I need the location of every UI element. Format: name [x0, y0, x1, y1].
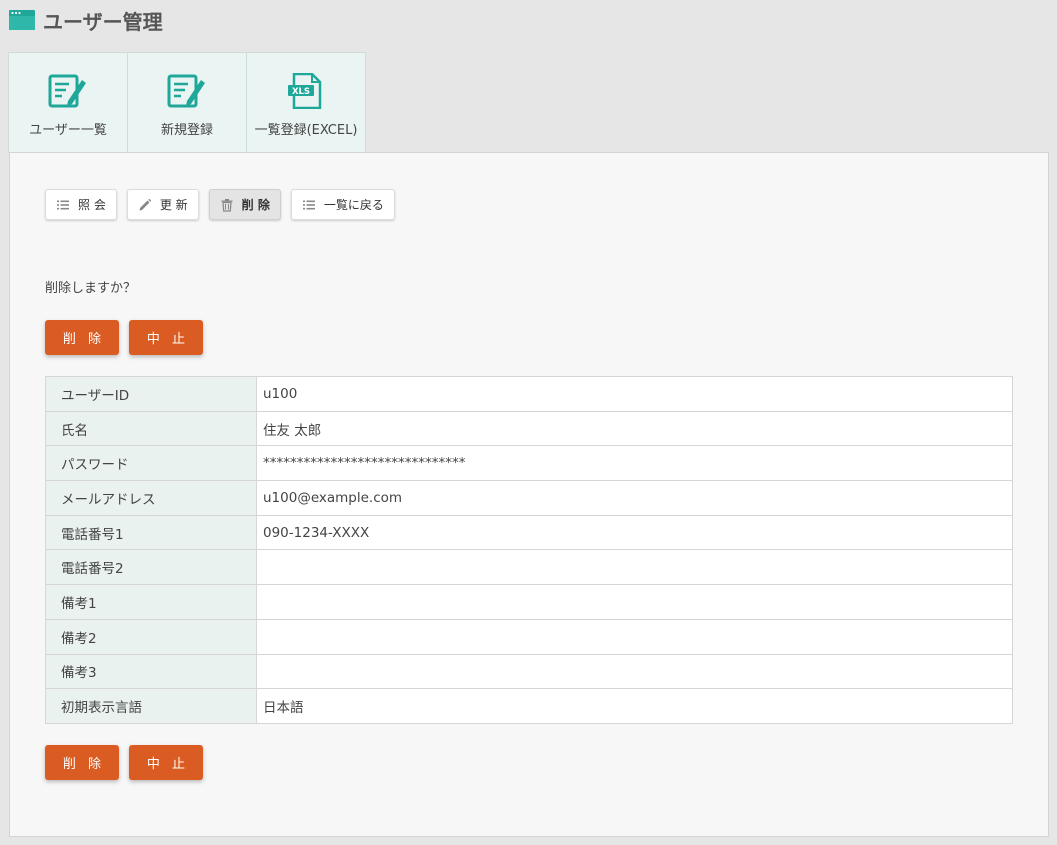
xls-icon-text: XLS [292, 87, 310, 97]
tab-user-list[interactable]: ユーザー一覧 [8, 52, 128, 153]
view-button[interactable]: 照 会 [45, 189, 117, 220]
list-icon [57, 200, 69, 209]
list-icon [302, 200, 315, 209]
field-value: ****************************** [256, 445, 1013, 482]
back-to-list-button-label: 一覧に戻る [323, 198, 384, 212]
field-label: 電話番号2 [45, 549, 257, 586]
field-value: 日本語 [256, 688, 1013, 724]
table-row: 初期表示言語 日本語 [45, 688, 1013, 724]
table-row: 備考3 [45, 653, 1013, 690]
edit-document-icon [48, 74, 86, 108]
table-row: 電話番号2 [45, 549, 1013, 586]
update-button-label: 更 新 [159, 198, 188, 212]
field-label: 初期表示言語 [45, 688, 257, 724]
field-value: u100@example.com [256, 480, 1013, 516]
action-buttons-top: 削 除 中 止 [45, 320, 213, 355]
field-value: 090-1234-XXXX [256, 514, 1013, 551]
record-toolbar: 照 会 更 新 削 除 一覧に戻る [45, 189, 405, 220]
field-label: パスワード [45, 445, 257, 482]
xls-file-icon: XLS [288, 73, 322, 109]
delete-mode-button[interactable]: 削 除 [208, 189, 281, 220]
field-value: u100 [256, 376, 1013, 412]
tab-bar: ユーザー一覧 新規登録 XLS 一覧登録(EXCEL) [8, 52, 366, 153]
field-label: 備考1 [45, 584, 257, 620]
table-row: 電話番号1 090-1234-XXXX [45, 514, 1013, 551]
field-label: 備考2 [45, 618, 257, 655]
field-value [256, 653, 1013, 690]
page-title: ユーザー管理 [43, 9, 163, 34]
tab-new-registration[interactable]: 新規登録 [127, 52, 247, 153]
back-to-list-button[interactable]: 一覧に戻る [290, 189, 395, 220]
confirm-delete-button[interactable]: 削 除 [45, 745, 119, 780]
tab-label: 新規登録 [160, 123, 213, 138]
pencil-icon [139, 198, 152, 210]
field-label: ユーザーID [45, 376, 257, 412]
field-label: 備考3 [45, 653, 257, 690]
field-label: メールアドレス [45, 480, 257, 516]
tab-bulk-registration-excel[interactable]: XLS 一覧登録(EXCEL) [246, 52, 366, 153]
table-row: パスワード ****************************** [45, 445, 1013, 482]
delete-mode-button-label: 削 除 [241, 198, 270, 212]
edit-document-icon [167, 74, 205, 108]
field-value: 住友 太郎 [256, 410, 1013, 447]
cancel-button[interactable]: 中 止 [129, 320, 203, 355]
table-row: ユーザーID u100 [45, 376, 1013, 412]
field-value [256, 618, 1013, 655]
delete-confirmation-message: 削除しますか？ [45, 281, 137, 296]
trash-icon [221, 198, 233, 212]
table-row: メールアドレス u100@example.com [45, 480, 1013, 516]
field-value [256, 549, 1013, 586]
field-value [256, 584, 1013, 620]
field-label: 氏名 [45, 410, 257, 447]
content-panel: 照 会 更 新 削 除 一覧に戻る 削除しますか？ 削 除 中 止 ユーザーID… [9, 152, 1049, 837]
user-detail-table: ユーザーID u100 氏名 住友 太郎 パスワード *************… [45, 376, 1013, 724]
page-header: ユーザー管理 [9, 6, 163, 34]
table-row: 氏名 住友 太郎 [45, 410, 1013, 447]
view-button-label: 照 会 [78, 198, 106, 212]
tab-label: ユーザー一覧 [29, 123, 107, 138]
cancel-button[interactable]: 中 止 [129, 745, 203, 780]
action-buttons-bottom: 削 除 中 止 [45, 745, 213, 780]
window-icon [9, 10, 35, 30]
tab-label: 一覧登録(EXCEL) [254, 123, 358, 138]
table-row: 備考1 [45, 584, 1013, 620]
confirm-delete-button[interactable]: 削 除 [45, 320, 119, 355]
table-row: 備考2 [45, 618, 1013, 655]
update-button[interactable]: 更 新 [126, 189, 199, 220]
field-label: 電話番号1 [45, 514, 257, 551]
